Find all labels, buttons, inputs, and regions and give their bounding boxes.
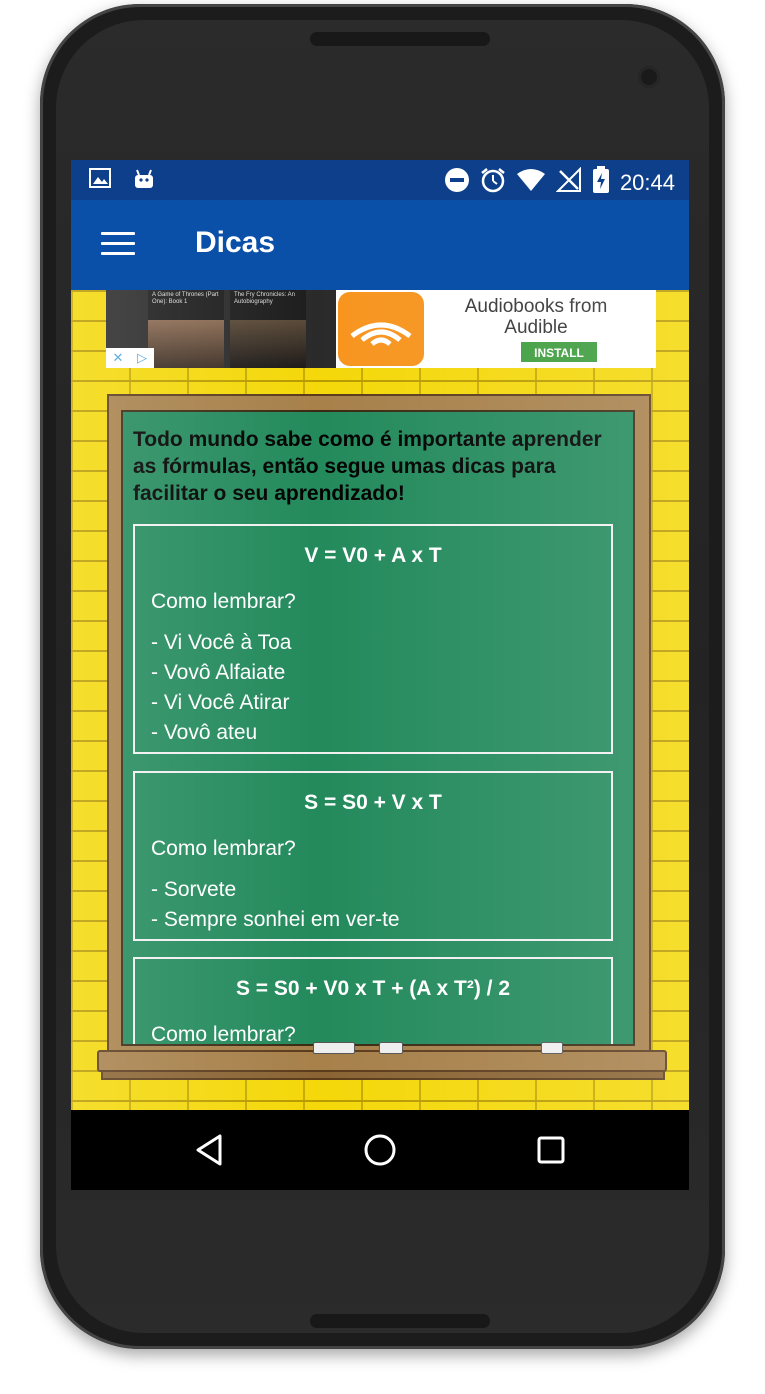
formula-card: V = V0 + A x T Como lembrar? - Vi Você à… — [133, 524, 613, 754]
ad-close-icon[interactable]: ✕ — [106, 348, 130, 368]
back-triangle-icon[interactable] — [192, 1132, 228, 1168]
dnd-icon — [444, 167, 470, 198]
navigation-bar — [71, 1110, 689, 1190]
tip-item: - Sorvete — [151, 878, 237, 901]
formula-title: V = V0 + A x T — [304, 544, 442, 567]
alarm-icon — [480, 167, 506, 198]
brick-wall-background: A Game of Thrones (Part One): Book 1 The… — [71, 290, 689, 1110]
android-icon — [133, 168, 155, 195]
eraser — [313, 1042, 355, 1054]
ad-banner[interactable]: A Game of Thrones (Part One): Book 1 The… — [106, 290, 656, 368]
no-signal-icon — [555, 166, 582, 198]
clock-text: 20:44 — [619, 169, 675, 195]
book-cover: The Fry Chronicles: An Autobiography — [230, 290, 306, 368]
hamburger-menu-icon[interactable] — [101, 232, 135, 258]
page-title: Dicas — [195, 226, 276, 259]
status-bar: 20:44 — [71, 160, 689, 200]
install-button[interactable]: INSTALL — [521, 342, 597, 362]
question-text: Como lembrar? — [151, 590, 296, 613]
tip-item: - Vovô Alfaiate — [151, 661, 286, 684]
front-camera — [638, 66, 660, 88]
chalk-piece — [541, 1042, 563, 1054]
tips-list: - Vi Você à Toa - Vovô Alfaiate - Vi Voc… — [151, 628, 611, 748]
formula-title: S = S0 + V x T — [304, 791, 442, 814]
tips-list: - Sorvete - Sempre sonhei em ver-te — [151, 875, 611, 935]
intro-text: Todo mundo sabe como é importante aprend… — [133, 428, 602, 505]
tip-item: - Sempre sonhei em ver-te — [151, 908, 400, 931]
wifi-icon — [516, 168, 546, 197]
question-text: Como lembrar? — [151, 837, 296, 860]
chalk-piece — [379, 1042, 403, 1054]
home-circle-icon[interactable] — [362, 1132, 398, 1168]
screen: 20:44 Dicas A Game of Thrones (Part One)… — [71, 160, 689, 1190]
formula-title: S = S0 + V0 x T + (A x T²) / 2 — [235, 977, 511, 1000]
recents-square-icon[interactable] — [533, 1132, 569, 1168]
audible-logo — [338, 292, 424, 366]
tip-item: - Vi Você à Toa — [151, 631, 292, 654]
app-bar: Dicas — [71, 200, 689, 290]
formula-card: S = S0 + V x T Como lembrar? - Sorvete -… — [133, 771, 613, 941]
battery-charging-icon — [592, 166, 610, 199]
formula-card: S = S0 + V0 x T + (A x T²) / 2 Como lemb… — [133, 957, 613, 1044]
tip-item: - Vi Você Atirar — [151, 691, 290, 714]
bottom-speaker — [310, 1314, 490, 1328]
chalkboard: Todo mundo sabe como é importante aprend… — [121, 410, 635, 1046]
top-speaker — [310, 32, 490, 46]
ad-books-image: A Game of Thrones (Part One): Book 1 The… — [106, 290, 336, 368]
ad-headline: Audiobooks from Audible — [464, 296, 608, 338]
book-cover: A Game of Thrones (Part One): Book 1 — [148, 290, 224, 368]
ad-choices-icon[interactable]: ▷ — [130, 348, 154, 368]
tip-item: - Vovô ateu — [151, 721, 258, 744]
image-icon — [89, 168, 111, 195]
